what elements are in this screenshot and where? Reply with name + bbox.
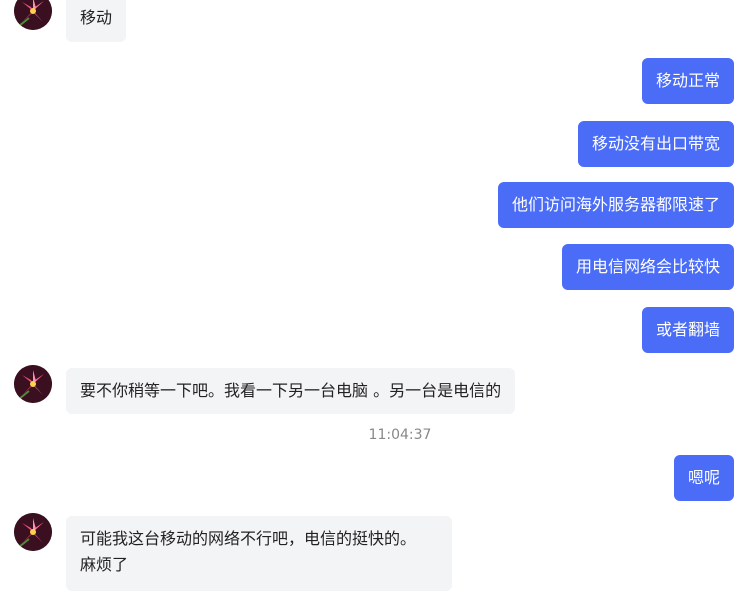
message-text: 移动	[80, 8, 113, 27]
message-bubble-incoming[interactable]: 要不你稍等一下吧。我看一下另一台电脑 。另一台是电信的	[66, 368, 516, 414]
timestamp-text: 11:04:37	[368, 427, 432, 443]
contact-avatar[interactable]	[14, 513, 52, 551]
chat-panel: 移动 移动正常 移动没有出口带宽 他们访问海外服务器都限速了 用电信网络会比较快…	[0, 0, 743, 601]
message-text: 要不你稍等一下吧。我看一下另一台电脑 。另一台是电信的	[80, 381, 502, 400]
message-text: 或者翻墙	[655, 320, 720, 339]
message-bubble-outgoing[interactable]: 移动没有出口带宽	[577, 121, 734, 167]
message-bubble-outgoing[interactable]: 移动正常	[641, 58, 734, 104]
message-text: 用电信网络会比较快	[575, 257, 720, 276]
message-bubble-incoming[interactable]: 移动	[66, 0, 127, 42]
message-bubble-outgoing[interactable]: 嗯呢	[673, 455, 734, 501]
message-text: 移动没有出口带宽	[591, 134, 720, 153]
message-text-line: 麻烦了	[80, 555, 129, 574]
contact-avatar[interactable]	[14, 365, 52, 403]
message-text: 他们访问海外服务器都限速了	[511, 195, 720, 214]
message-text: 嗯呢	[687, 468, 720, 487]
lily-flower-icon	[14, 0, 52, 30]
message-bubble-outgoing[interactable]: 或者翻墙	[641, 307, 734, 353]
message-bubble-outgoing[interactable]: 用电信网络会比较快	[561, 244, 734, 290]
message-bubble-incoming[interactable]: 可能我这台移动的网络不行吧，电信的挺快的。 麻烦了	[66, 516, 452, 591]
message-text-line: 可能我这台移动的网络不行吧，电信的挺快的。	[80, 529, 417, 548]
message-bubble-outgoing[interactable]: 他们访问海外服务器都限速了	[497, 182, 734, 228]
contact-avatar[interactable]	[14, 0, 52, 30]
lily-flower-icon	[14, 513, 52, 551]
lily-flower-icon	[14, 365, 52, 403]
message-text: 移动正常	[655, 71, 720, 90]
message-timestamp: 11:04:37	[0, 427, 743, 443]
